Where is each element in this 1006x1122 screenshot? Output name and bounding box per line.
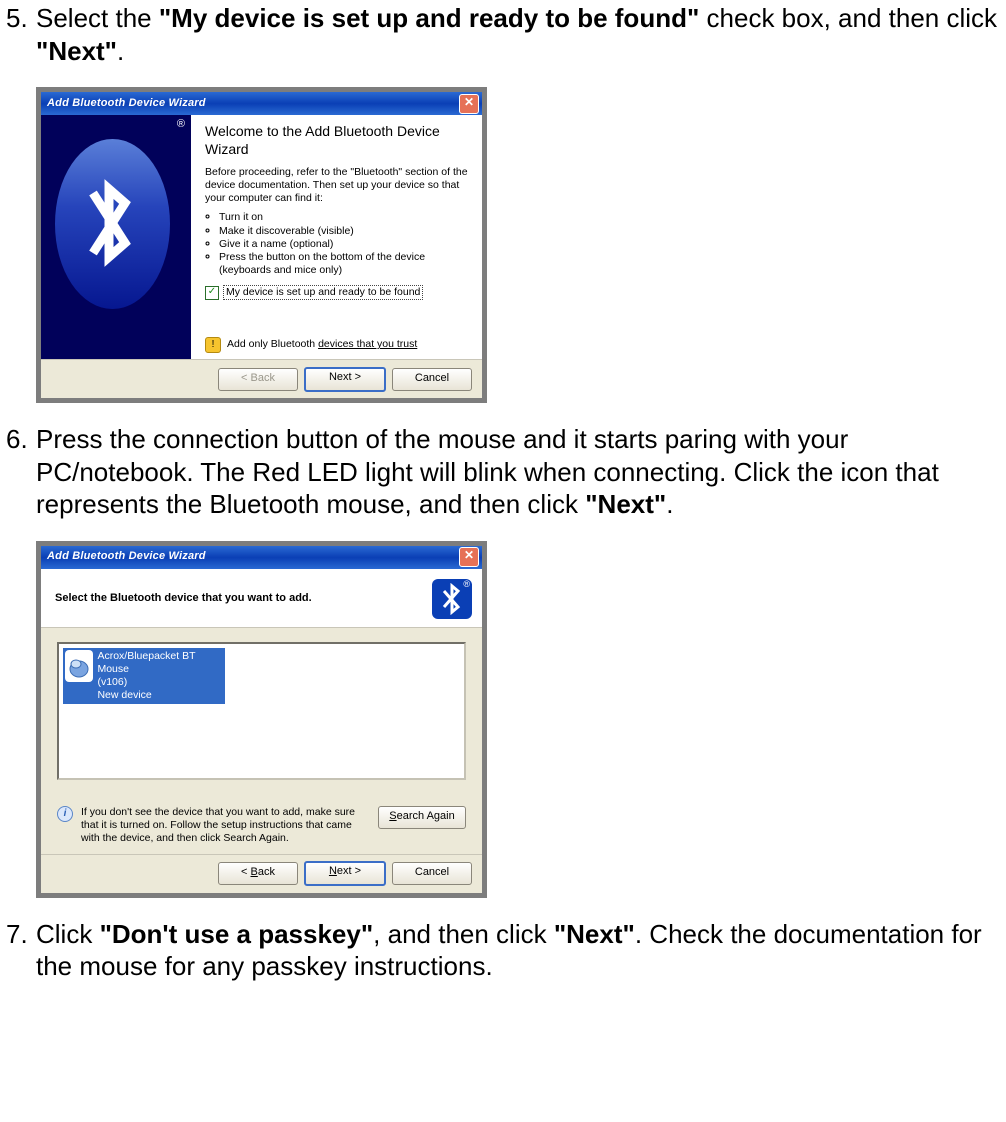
window-title: Add Bluetooth Device Wizard [47,97,459,111]
mouse-icon [65,650,93,682]
wizard-inner: Acrox/Bluepacket BT Mouse (v106) New dev… [41,628,482,854]
titlebar: Add Bluetooth Device Wizard ✕ [41,92,482,115]
device-item[interactable]: Acrox/Bluepacket BT Mouse (v106) New dev… [63,648,225,705]
checkbox-icon[interactable]: ✓ [205,286,219,300]
back-button[interactable]: < Back [218,862,298,885]
wizard-main: Welcome to the Add Bluetooth Device Wiza… [191,115,482,359]
close-icon[interactable]: ✕ [459,94,479,114]
next-button[interactable]: Next > [304,367,386,392]
instruction-list: 5. Select the "My device is set up and r… [6,2,1000,983]
wizard-buttons: < Back Next > Cancel [41,359,482,398]
shield-icon: ! [205,337,221,353]
list-item: Press the button on the bottom of the de… [219,251,472,277]
wizard-intro: Before proceeding, refer to the "Bluetoo… [205,166,472,205]
wizard-buttons: < Back Next > Cancel [41,854,482,893]
back-button: < Back [218,368,298,391]
info-icon: i [57,806,73,822]
step-6: 6. Press the connection button of the mo… [6,423,1000,898]
window-title: Add Bluetooth Device Wizard [47,550,459,564]
list-item: Give it a name (optional) [219,238,472,251]
close-icon[interactable]: ✕ [459,547,479,567]
wizard-header: Select the Bluetooth device that you wan… [41,569,482,628]
trust-row: ! Add only Bluetooth devices that you tr… [205,337,417,353]
wizard-header-text: Select the Bluetooth device that you wan… [55,592,432,606]
registered-mark: ® [463,579,470,590]
list-item: Make it discoverable (visible) [219,225,472,238]
step-7: 7. Click "Don't use a passkey", and then… [6,918,1000,983]
checkbox-row: ✓ My device is set up and ready to be fo… [205,285,472,300]
info-text: If you don't see the device that you wan… [81,806,370,845]
step-number: 6. [6,423,36,521]
wizard-heading: Welcome to the Add Bluetooth Device Wiza… [205,123,472,158]
next-button[interactable]: Next > [304,861,386,886]
cancel-button[interactable]: Cancel [392,862,472,885]
step-5: 5. Select the "My device is set up and r… [6,2,1000,403]
wizard-side-panel: ® [41,115,191,359]
info-row: i If you don't see the device that you w… [57,806,466,845]
wizard-bullets: Turn it on Make it discoverable (visible… [205,211,472,277]
step-number: 7. [6,918,36,983]
step-text: Click "Don't use a passkey", and then cl… [36,918,1000,983]
step-text: Select the "My device is set up and read… [36,2,1000,67]
checkbox-label: My device is set up and ready to be foun… [223,285,423,300]
trust-link[interactable]: devices that you trust [318,338,417,350]
wizard-select-device: Add Bluetooth Device Wizard ✕ Select the… [36,541,487,898]
device-label: Acrox/Bluepacket BT Mouse (v106) New dev… [97,650,223,703]
step-number: 5. [6,2,36,67]
trust-text: Add only Bluetooth devices that you trus… [227,338,417,351]
bluetooth-icon [55,139,170,309]
step-text: Press the connection button of the mouse… [36,423,1000,521]
titlebar: Add Bluetooth Device Wizard ✕ [41,546,482,569]
bluetooth-icon: ® [432,579,472,619]
wizard-welcome: Add Bluetooth Device Wizard ✕ ® Welcome … [36,87,487,403]
search-again-button[interactable]: Search Again [378,806,466,829]
cancel-button[interactable]: Cancel [392,368,472,391]
list-item: Turn it on [219,211,472,224]
device-list[interactable]: Acrox/Bluepacket BT Mouse (v106) New dev… [57,642,466,780]
registered-mark: ® [177,118,185,132]
